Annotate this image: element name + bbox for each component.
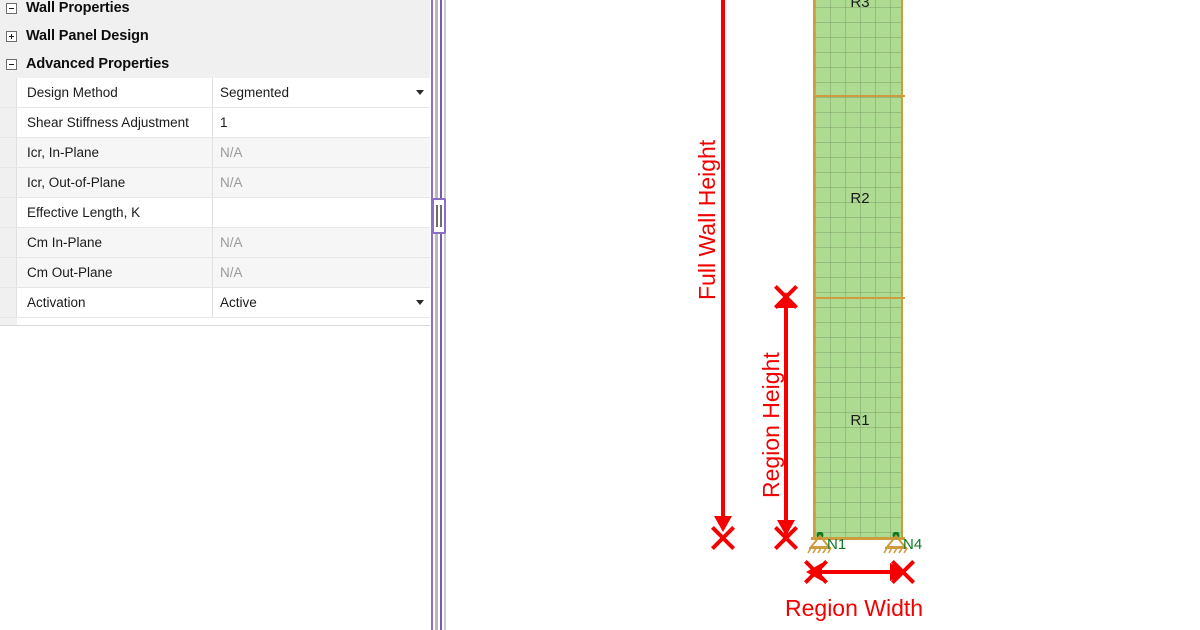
grip-bar <box>440 205 442 227</box>
table-row[interactable]: Effective Length, K <box>0 198 430 228</box>
minus-box-icon[interactable] <box>6 2 17 14</box>
vertical-splitter-grip[interactable] <box>432 198 446 234</box>
group-title-wall-properties: Wall Properties <box>26 0 130 16</box>
activation-text: Active <box>220 295 257 310</box>
full-wall-height-dimension-line <box>721 0 725 528</box>
property-label: Design Method <box>17 78 213 107</box>
region-height-tick-bottom <box>771 523 801 553</box>
shear-stiffness-adjustment-value[interactable]: 1 <box>213 108 430 137</box>
node-label-n4: N4 <box>903 536 923 553</box>
row-gutter <box>0 258 17 287</box>
region-divider-r2-r1 <box>815 297 905 299</box>
grid-bottom-edge <box>0 318 430 326</box>
cm-in-plane-value: N/A <box>220 235 243 250</box>
row-gutter <box>0 198 17 227</box>
group-title-advanced-properties: Advanced Properties <box>26 56 170 72</box>
splitter-rule-edge <box>444 0 446 630</box>
group-title-wall-panel-design: Wall Panel Design <box>26 28 149 44</box>
advanced-properties-grid: Design Method Segmented Shear Stiffness … <box>0 78 430 326</box>
row-gutter <box>0 228 17 257</box>
table-row[interactable]: Activation Active <box>0 288 430 318</box>
chevron-down-icon[interactable] <box>416 300 424 305</box>
effective-length-k-value[interactable] <box>213 198 430 227</box>
row-gutter <box>0 288 17 317</box>
region-label-r3: R3 <box>850 0 870 11</box>
property-label: Shear Stiffness Adjustment <box>17 108 213 137</box>
cm-out-plane-value: N/A <box>220 265 243 280</box>
property-label: Cm In-Plane <box>17 228 213 257</box>
wall-panel-graphic[interactable]: R3 R2 R1 <box>813 0 905 540</box>
table-row[interactable]: Cm Out-Plane N/A <box>0 258 430 288</box>
row-gutter <box>0 318 17 325</box>
property-label: Icr, Out-of-Plane <box>17 168 213 197</box>
region-height-tick-top <box>771 282 801 312</box>
wall-model-diagram: R3 R2 R1 Full Wall Height Region Height … <box>448 0 1200 630</box>
icr-out-of-plane-value: N/A <box>220 175 243 190</box>
full-wall-height-tick-bottom <box>708 523 738 553</box>
splitter-rule-accent <box>431 0 433 630</box>
icr-in-plane-value: N/A <box>220 145 243 160</box>
region-divider-r3-r2 <box>815 95 905 97</box>
region-height-label: Region Height <box>758 352 784 498</box>
design-method-text: Segmented <box>220 85 290 100</box>
table-row[interactable]: Icr, Out-of-Plane N/A <box>0 168 430 198</box>
table-row[interactable]: Design Method Segmented <box>0 78 430 108</box>
region-label-r2: R2 <box>850 190 870 207</box>
row-gutter <box>0 108 17 137</box>
property-label: Cm Out-Plane <box>17 258 213 287</box>
property-label: Activation <box>17 288 213 317</box>
group-header-advanced-properties[interactable]: Advanced Properties <box>0 50 430 78</box>
table-row[interactable]: Shear Stiffness Adjustment 1 <box>0 108 430 138</box>
table-row[interactable]: Icr, In-Plane N/A <box>0 138 430 168</box>
region-label-r1: R1 <box>850 412 870 429</box>
splitter-rule-accent <box>440 0 442 630</box>
full-wall-height-label: Full Wall Height <box>694 139 720 300</box>
grip-bar <box>436 205 438 227</box>
group-header-wall-properties[interactable]: Wall Properties <box>0 0 430 22</box>
scrollbar-track[interactable] <box>435 0 438 630</box>
activation-value[interactable]: Active <box>213 288 430 317</box>
plus-box-icon[interactable] <box>6 30 17 42</box>
properties-scroll-content: Wall Properties Wall Panel Design Advanc… <box>0 0 430 326</box>
node-label-n1: N1 <box>827 536 847 553</box>
property-label: Effective Length, K <box>17 198 213 227</box>
region-width-label: Region Width <box>785 595 924 621</box>
design-method-value[interactable]: Segmented <box>213 78 430 107</box>
table-row[interactable]: Cm In-Plane N/A <box>0 228 430 258</box>
chevron-down-icon[interactable] <box>416 90 424 95</box>
row-gutter <box>0 138 17 167</box>
group-header-wall-panel-design[interactable]: Wall Panel Design <box>0 22 430 50</box>
minus-box-icon[interactable] <box>6 58 17 70</box>
property-label: Icr, In-Plane <box>17 138 213 167</box>
region-width-tick-left <box>801 557 831 587</box>
panel-splitter[interactable] <box>430 0 448 630</box>
row-gutter <box>0 168 17 197</box>
row-gutter <box>0 78 17 107</box>
region-width-tick-right <box>888 557 918 587</box>
properties-panel: Wall Properties Wall Panel Design Advanc… <box>0 0 430 630</box>
